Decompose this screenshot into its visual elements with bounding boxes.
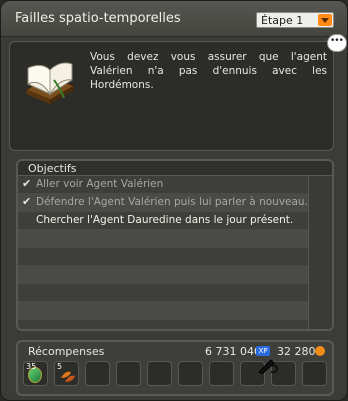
- title-bar[interactable]: Failles spatio-temporelles Étape 1: [1, 1, 347, 37]
- reward-slot[interactable]: 5: [54, 361, 79, 386]
- reward-slot-empty[interactable]: [116, 361, 141, 386]
- objective-row[interactable]: ✔ Défendre l'Agent Valérien puis lui par…: [18, 194, 308, 212]
- empty-row: [18, 266, 308, 284]
- empty-row: [18, 230, 308, 248]
- empty-row: [18, 302, 308, 320]
- empty-row: [18, 284, 308, 302]
- rewards-panel: Récompenses 6 731 040 XP 32 280 35 5: [16, 340, 334, 396]
- step-dropdown-value: Étape 1: [261, 14, 304, 27]
- kamas-coin-icon: [315, 346, 325, 356]
- check-icon: ✔: [22, 195, 32, 208]
- objectives-title: Objectifs: [28, 162, 77, 175]
- objective-row[interactable]: Chercher l'Agent Dauredine dans le jour …: [18, 212, 308, 230]
- rewards-title: Récompenses: [28, 345, 105, 358]
- check-icon: ✔: [22, 177, 32, 190]
- reward-slot-empty[interactable]: [302, 361, 327, 386]
- quest-book-icon: [24, 62, 76, 104]
- step-dropdown[interactable]: Étape 1: [256, 12, 334, 28]
- objectives-scrollbar[interactable]: [308, 176, 332, 329]
- objective-row[interactable]: ✔ Aller voir Agent Valérien: [18, 176, 308, 194]
- window-title: Failles spatio-temporelles: [15, 11, 181, 26]
- reward-quantity: 35: [26, 362, 37, 371]
- objective-label: Chercher l'Agent Dauredine dans le jour …: [36, 214, 294, 226]
- reward-slot[interactable]: 35: [23, 361, 48, 386]
- objective-label: Défendre l'Agent Valérien puis lui parle…: [36, 196, 308, 208]
- quest-description-panel: Vous devez vous assurer que l'agent Valé…: [9, 41, 334, 151]
- xp-icon: XP: [256, 346, 270, 356]
- quest-window: Failles spatio-temporelles Étape 1 Vous …: [0, 0, 348, 401]
- reward-quantity: 5: [57, 362, 63, 371]
- objectives-panel: Objectifs ✔ Aller voir Agent Valérien ✔ …: [16, 159, 334, 331]
- reward-slot-empty[interactable]: [209, 361, 234, 386]
- objective-label: Aller voir Agent Valérien: [36, 178, 164, 190]
- reward-slot-empty[interactable]: [178, 361, 203, 386]
- objectives-header: Objectifs: [18, 161, 332, 176]
- empty-row: [18, 248, 308, 266]
- reward-slot-empty[interactable]: [85, 361, 110, 386]
- chat-bubble-icon[interactable]: [327, 34, 347, 52]
- xp-reward-value: 6 731 040: [205, 345, 261, 358]
- mouse-cursor-icon: [258, 359, 279, 374]
- reward-slot-empty[interactable]: [147, 361, 172, 386]
- kamas-reward-value: 32 280: [277, 345, 316, 358]
- chevron-down-icon[interactable]: [318, 14, 332, 26]
- quest-description-text: Vous devez vous assurer que l'agent Valé…: [90, 51, 327, 91]
